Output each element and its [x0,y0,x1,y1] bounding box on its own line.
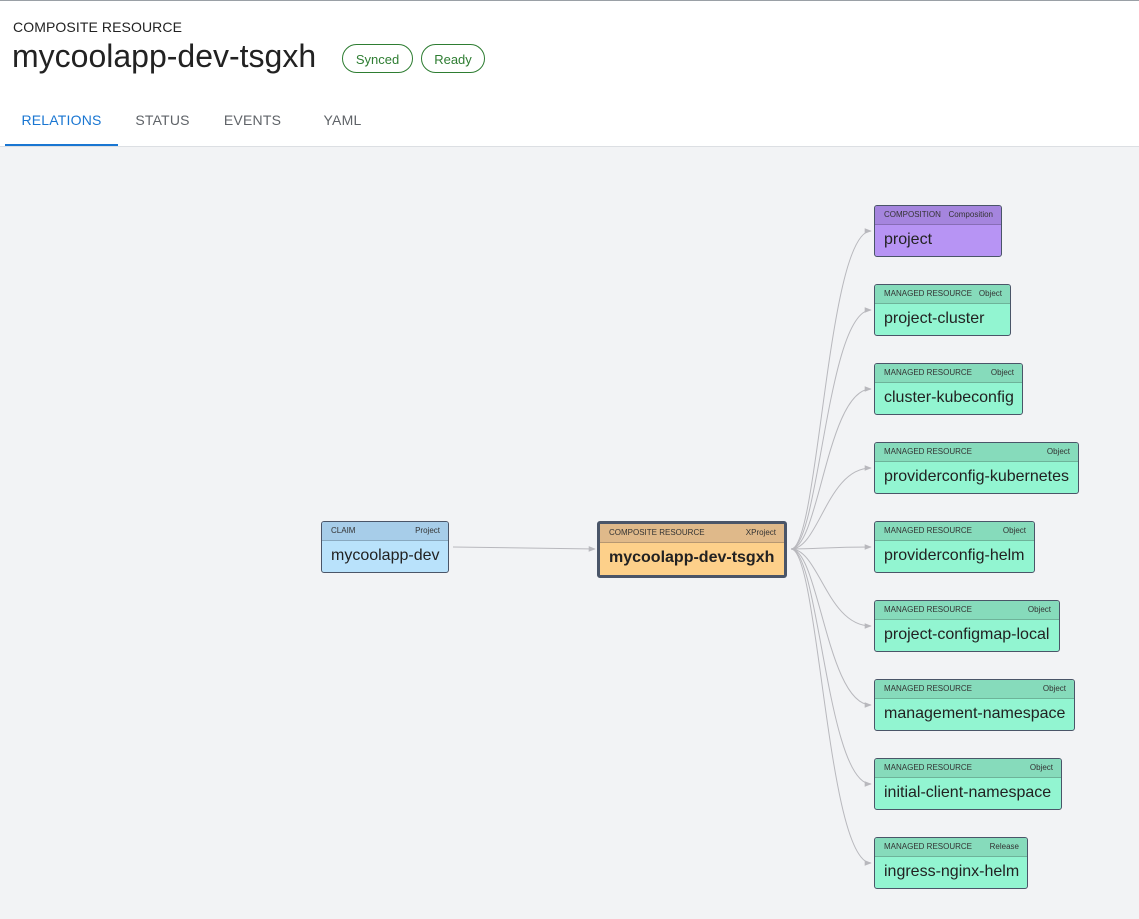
resource-kind-label: COMPOSITE RESOURCE [13,19,183,35]
node-header: MANAGED RESOURCE Object [875,285,1010,304]
child-node-project[interactable]: COMPOSITION Composition project [874,205,1002,257]
tab-status[interactable]: STATUS [123,100,202,146]
node-name: initial-client-namespace [884,784,1052,801]
node-kind-label: Release [989,842,1019,851]
node-kind-label: Object [1042,684,1066,693]
node-type-label: COMPOSITE RESOURCE [609,528,705,537]
node-header: MANAGED RESOURCE Object [875,759,1061,778]
node-type-label: MANAGED RESOURCE [884,605,973,614]
child-node-ingress-nginx-helm[interactable]: MANAGED RESOURCE Release ingress-nginx-hel… [874,837,1028,889]
node-kind-label: Object [1046,447,1070,456]
node-kind-label: Composition [948,210,993,219]
node-header: MANAGED RESOURCE Object [875,522,1034,541]
child-node-project-cluster[interactable]: MANAGED RESOURCE Object project-cluster [874,284,1011,336]
node-type-label: MANAGED RESOURCE [884,763,973,772]
node-header: MANAGED RESOURCE Object [875,364,1022,383]
node-header: CLAIM Project [322,522,448,541]
child-node-initial-client-namespace[interactable]: MANAGED RESOURCE Object initial-client-nam… [874,758,1062,810]
child-node-cluster-kubeconfig[interactable]: MANAGED RESOURCE Object cluster-kubeconfig [874,363,1023,415]
top-divider [0,0,1139,1]
node-header: MANAGED RESOURCE Object [875,601,1059,620]
composite-node[interactable]: COMPOSITE RESOURCE XProject mycoolapp-dev-… [597,521,787,578]
node-name: mycoolapp-dev-tsgxh [609,549,775,566]
node-name: project-cluster [884,310,985,327]
node-header: MANAGED RESOURCE Object [875,680,1074,699]
node-kind-label: Object [1002,526,1026,535]
node-kind-label: Object [990,368,1014,377]
node-name: project-configmap-local [884,626,1050,643]
node-header: MANAGED RESOURCE Object [875,443,1078,462]
child-node-management-namespace[interactable]: MANAGED RESOURCE Object management-namespa… [874,679,1075,731]
node-name: cluster-kubeconfig [884,389,1014,406]
tab-events[interactable]: EVENTS [210,100,295,146]
child-node-providerconfig-helm[interactable]: MANAGED RESOURCE Object providerconfig-hel… [874,521,1035,573]
node-name: mycoolapp-dev [331,547,440,564]
node-type-label: COMPOSITION [884,210,941,219]
node-type-label: MANAGED RESOURCE [884,526,973,535]
node-kind-label: Project [415,526,440,535]
node-name: providerconfig-helm [884,547,1025,564]
node-name: ingress-nginx-helm [884,863,1020,880]
node-header: COMPOSITION Composition [875,206,1001,225]
node-type-label: MANAGED RESOURCE [884,289,973,298]
page-title: mycoolapp-dev-tsgxh [12,38,317,74]
node-kind-label: Object [1027,605,1051,614]
node-kind-label: Object [1029,763,1053,772]
node-header: MANAGED RESOURCE Release [875,838,1027,857]
node-kind-label: Object [978,289,1002,298]
node-type-label: MANAGED RESOURCE [884,684,973,693]
synced-badge: Synced [342,44,413,73]
child-node-providerconfig-kubernetes[interactable]: MANAGED RESOURCE Object providerconfig-kub… [874,442,1079,494]
child-node-project-configmap-local[interactable]: MANAGED RESOURCE Object project-configmap-… [874,600,1060,652]
tab-yaml[interactable]: YAML [305,100,380,146]
node-type-label: MANAGED RESOURCE [884,842,973,851]
node-name: management-namespace [884,705,1066,722]
tab-relations[interactable]: RELATIONS [5,100,118,146]
ready-badge: Ready [421,44,485,73]
node-type-label: CLAIM [331,526,356,535]
node-type-label: MANAGED RESOURCE [884,447,973,456]
node-header: COMPOSITE RESOURCE XProject [600,524,784,543]
node-name: providerconfig-kubernetes [884,468,1069,485]
node-type-label: MANAGED RESOURCE [884,368,973,377]
claim-node[interactable]: CLAIM Project mycoolapp-dev [321,521,449,573]
node-kind-label: XProject [745,528,776,537]
node-name: project [884,231,933,248]
